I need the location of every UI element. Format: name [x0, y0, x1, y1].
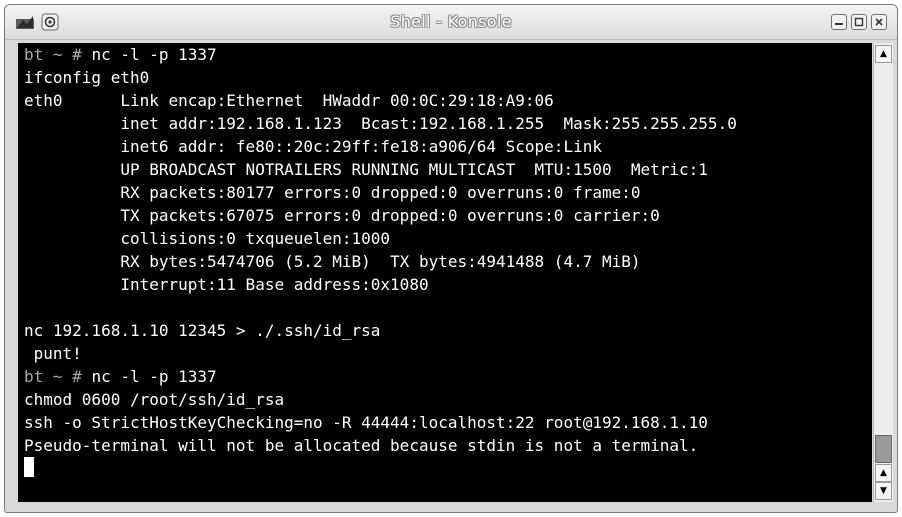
terminal-line-text: nc -l -p 1337	[91, 45, 217, 64]
terminal-line-text: Pseudo-terminal will not be allocated be…	[24, 436, 699, 455]
terminal-line-text: inet6 addr: fe80::20c:29ff:fe18:a906/64 …	[24, 137, 602, 156]
terminal-line-text: inet addr:192.168.1.123 Bcast:192.168.1.…	[24, 114, 737, 133]
vertical-scrollbar[interactable]: ▲ ▲ ▼	[873, 43, 893, 502]
terminal-line-text: chmod 0600 /root/ssh/id_rsa	[24, 390, 285, 409]
scroll-up-arrow-icon: ▲	[880, 468, 887, 478]
terminal-line: RX bytes:5474706 (5.2 MiB) TX bytes:4941…	[18, 250, 872, 273]
terminal-line: ssh -o StrictHostKeyChecking=no -R 44444…	[18, 411, 872, 434]
terminal-line: inet6 addr: fe80::20c:29ff:fe18:a906/64 …	[18, 135, 872, 158]
terminal-line-text: nc -l -p 1337	[91, 367, 217, 386]
terminal-line-text: UP BROADCAST NOTRAILERS RUNNING MULTICAS…	[24, 160, 708, 179]
shell-prompt: bt ~ #	[24, 367, 92, 386]
terminal-line-text: TX packets:67075 errors:0 dropped:0 over…	[24, 206, 660, 225]
konsole-window: Shell - Konsole bt ~ # nc -l -p 1337 ifco…	[4, 4, 898, 513]
terminal-line: UP BROADCAST NOTRAILERS RUNNING MULTICAS…	[18, 158, 872, 181]
terminal-line-text: collisions:0 txqueuelen:1000	[24, 229, 391, 248]
terminal-line-text: ifconfig eth0	[24, 68, 150, 87]
terminal-line-text: RX packets:80177 errors:0 dropped:0 over…	[24, 183, 641, 202]
terminal-line: Pseudo-terminal will not be allocated be…	[18, 434, 872, 457]
minimize-icon	[835, 23, 843, 25]
terminal-line: nc 192.168.1.10 12345 > ./.ssh/id_rsa	[18, 319, 872, 342]
scroll-up-button-lower[interactable]: ▲	[875, 464, 892, 482]
cursor-line	[18, 457, 872, 480]
terminal-line-text: ssh -o StrictHostKeyChecking=no -R 44444…	[24, 413, 708, 432]
minimize-button[interactable]	[831, 14, 847, 30]
terminal-line: Interrupt:11 Base address:0x1080	[18, 273, 872, 296]
scroll-up-arrow-icon: ▲	[880, 49, 887, 59]
maximize-icon	[854, 17, 864, 27]
terminal-line: ifconfig eth0	[18, 66, 872, 89]
terminal-line-text: Interrupt:11 Base address:0x1080	[24, 275, 429, 294]
terminal-line-text: RX bytes:5474706 (5.2 MiB) TX bytes:4941…	[24, 252, 641, 271]
terminal-line-text: nc 192.168.1.10 12345 > ./.ssh/id_rsa	[24, 321, 381, 340]
terminal-line: chmod 0600 /root/ssh/id_rsa	[18, 388, 872, 411]
shell-prompt: bt ~ #	[24, 45, 92, 64]
text-cursor	[24, 457, 34, 477]
terminal-line-text: punt!	[24, 344, 82, 363]
close-icon	[875, 18, 883, 26]
terminal-line: bt ~ # nc -l -p 1337	[18, 365, 872, 388]
scroll-down-arrow-icon: ▼	[880, 486, 887, 496]
terminal-line: inet addr:192.168.1.123 Bcast:192.168.1.…	[18, 112, 872, 135]
terminal-line: eth0 Link encap:Ethernet HWaddr 00:0C:29…	[18, 89, 872, 112]
window-title: Shell - Konsole	[390, 12, 512, 31]
title-bar[interactable]: Shell - Konsole	[5, 5, 897, 40]
close-button[interactable]	[871, 14, 887, 30]
terminal-output[interactable]: bt ~ # nc -l -p 1337 ifconfig eth0 eth0 Li…	[18, 43, 872, 502]
scroll-down-button[interactable]: ▼	[875, 482, 892, 500]
terminal-line: punt!	[18, 342, 872, 365]
scrollbar-thumb[interactable]	[875, 435, 892, 463]
terminal-line: bt ~ # nc -l -p 1337	[18, 43, 872, 66]
terminal-line-text: eth0 Link encap:Ethernet HWaddr 00:0C:29…	[24, 91, 554, 110]
terminal-line: TX packets:67075 errors:0 dropped:0 over…	[18, 204, 872, 227]
terminal-line: collisions:0 txqueuelen:1000	[18, 227, 872, 250]
maximize-button[interactable]	[851, 14, 867, 30]
terminal-line: RX packets:80177 errors:0 dropped:0 over…	[18, 181, 872, 204]
scroll-up-button[interactable]: ▲	[875, 45, 892, 63]
